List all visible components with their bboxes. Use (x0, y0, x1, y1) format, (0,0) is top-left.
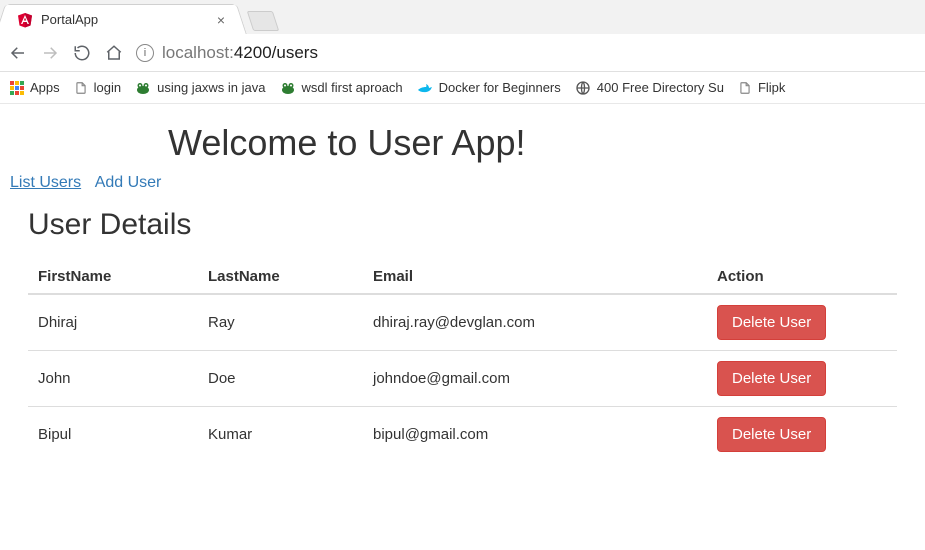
url-port: 4200 (234, 43, 272, 62)
bookmark-item[interactable]: login (74, 80, 121, 96)
cell-firstname: Dhiraj (28, 294, 198, 351)
bookmark-label: wsdl first aproach (302, 80, 403, 95)
col-firstname: FirstName (28, 260, 198, 294)
col-lastname: LastName (198, 260, 363, 294)
cell-lastname: Doe (198, 351, 363, 407)
cell-action: Delete User (707, 407, 897, 463)
reload-button[interactable] (72, 43, 92, 63)
close-icon[interactable]: × (217, 12, 225, 28)
delete-user-button[interactable]: Delete User (717, 361, 826, 396)
bookmark-label: 400 Free Directory Su (597, 80, 724, 95)
cell-email: dhiraj.ray@devglan.com (363, 294, 707, 351)
link-list-users[interactable]: List Users (10, 174, 81, 191)
content: User Details FirstName LastName Email Ac… (8, 208, 917, 462)
bookmark-item[interactable]: wsdl first aproach (280, 80, 403, 96)
tab-title: PortalApp (41, 12, 98, 27)
col-action: Action (707, 260, 897, 294)
col-email: Email (363, 260, 707, 294)
bookmark-item[interactable]: 400 Free Directory Su (575, 80, 724, 96)
bookmark-item[interactable]: using jaxws in java (135, 80, 265, 96)
cell-action: Delete User (707, 294, 897, 351)
apps-icon (10, 81, 24, 95)
cell-firstname: Bipul (28, 407, 198, 463)
table-row: JohnDoejohndoe@gmail.com Delete User (28, 351, 897, 407)
apps-button[interactable]: Apps (10, 80, 60, 95)
bookmark-items: login using jaxws in java wsdl first aproa… (74, 80, 915, 96)
section-title: User Details (28, 208, 897, 242)
apps-label: Apps (30, 80, 60, 95)
bookmark-item[interactable]: Docker for Beginners (417, 80, 561, 96)
cell-lastname: Kumar (198, 407, 363, 463)
delete-user-button[interactable]: Delete User (717, 305, 826, 340)
table-row: BipulKumarbipul@gmail.com Delete User (28, 407, 897, 463)
cell-email: johndoe@gmail.com (363, 351, 707, 407)
delete-user-button[interactable]: Delete User (717, 417, 826, 452)
cell-lastname: Ray (198, 294, 363, 351)
url-path: /users (272, 43, 318, 62)
site-info-icon[interactable]: i (136, 44, 154, 62)
address-bar[interactable]: i localhost:4200/users (136, 43, 917, 63)
link-add-user[interactable]: Add User (95, 174, 162, 191)
users-table: FirstName LastName Email Action DhirajRa… (28, 260, 897, 462)
browser-tab[interactable]: PortalApp × (6, 4, 236, 34)
bookmark-label: login (94, 80, 121, 95)
home-button[interactable] (104, 43, 124, 63)
page-content: Welcome to User App! List Users Add User… (0, 122, 925, 470)
page-title: Welcome to User App! (168, 122, 917, 164)
cell-action: Delete User (707, 351, 897, 407)
tab-strip: PortalApp × (0, 0, 925, 34)
url-host: localhost: (162, 43, 234, 62)
toolbar: i localhost:4200/users (0, 34, 925, 72)
bookmarks-bar: Apps login using jaxws in java wsdl first … (0, 72, 925, 104)
new-tab-button[interactable] (247, 11, 279, 31)
bookmark-label: Docker for Beginners (439, 80, 561, 95)
back-button[interactable] (8, 43, 28, 63)
bookmark-label: Flipk (758, 80, 785, 95)
cell-email: bipul@gmail.com (363, 407, 707, 463)
browser-chrome: PortalApp × i localhost:4200/users Apps (0, 0, 925, 104)
bookmark-label: using jaxws in java (157, 80, 265, 95)
url-text: localhost:4200/users (162, 43, 318, 63)
cell-firstname: John (28, 351, 198, 407)
forward-button[interactable] (40, 43, 60, 63)
angular-favicon (17, 12, 33, 28)
page-nav: List Users Add User (8, 174, 917, 202)
bookmark-item[interactable]: Flipk (738, 80, 785, 96)
table-row: DhirajRaydhiraj.ray@devglan.com Delete Us… (28, 294, 897, 351)
